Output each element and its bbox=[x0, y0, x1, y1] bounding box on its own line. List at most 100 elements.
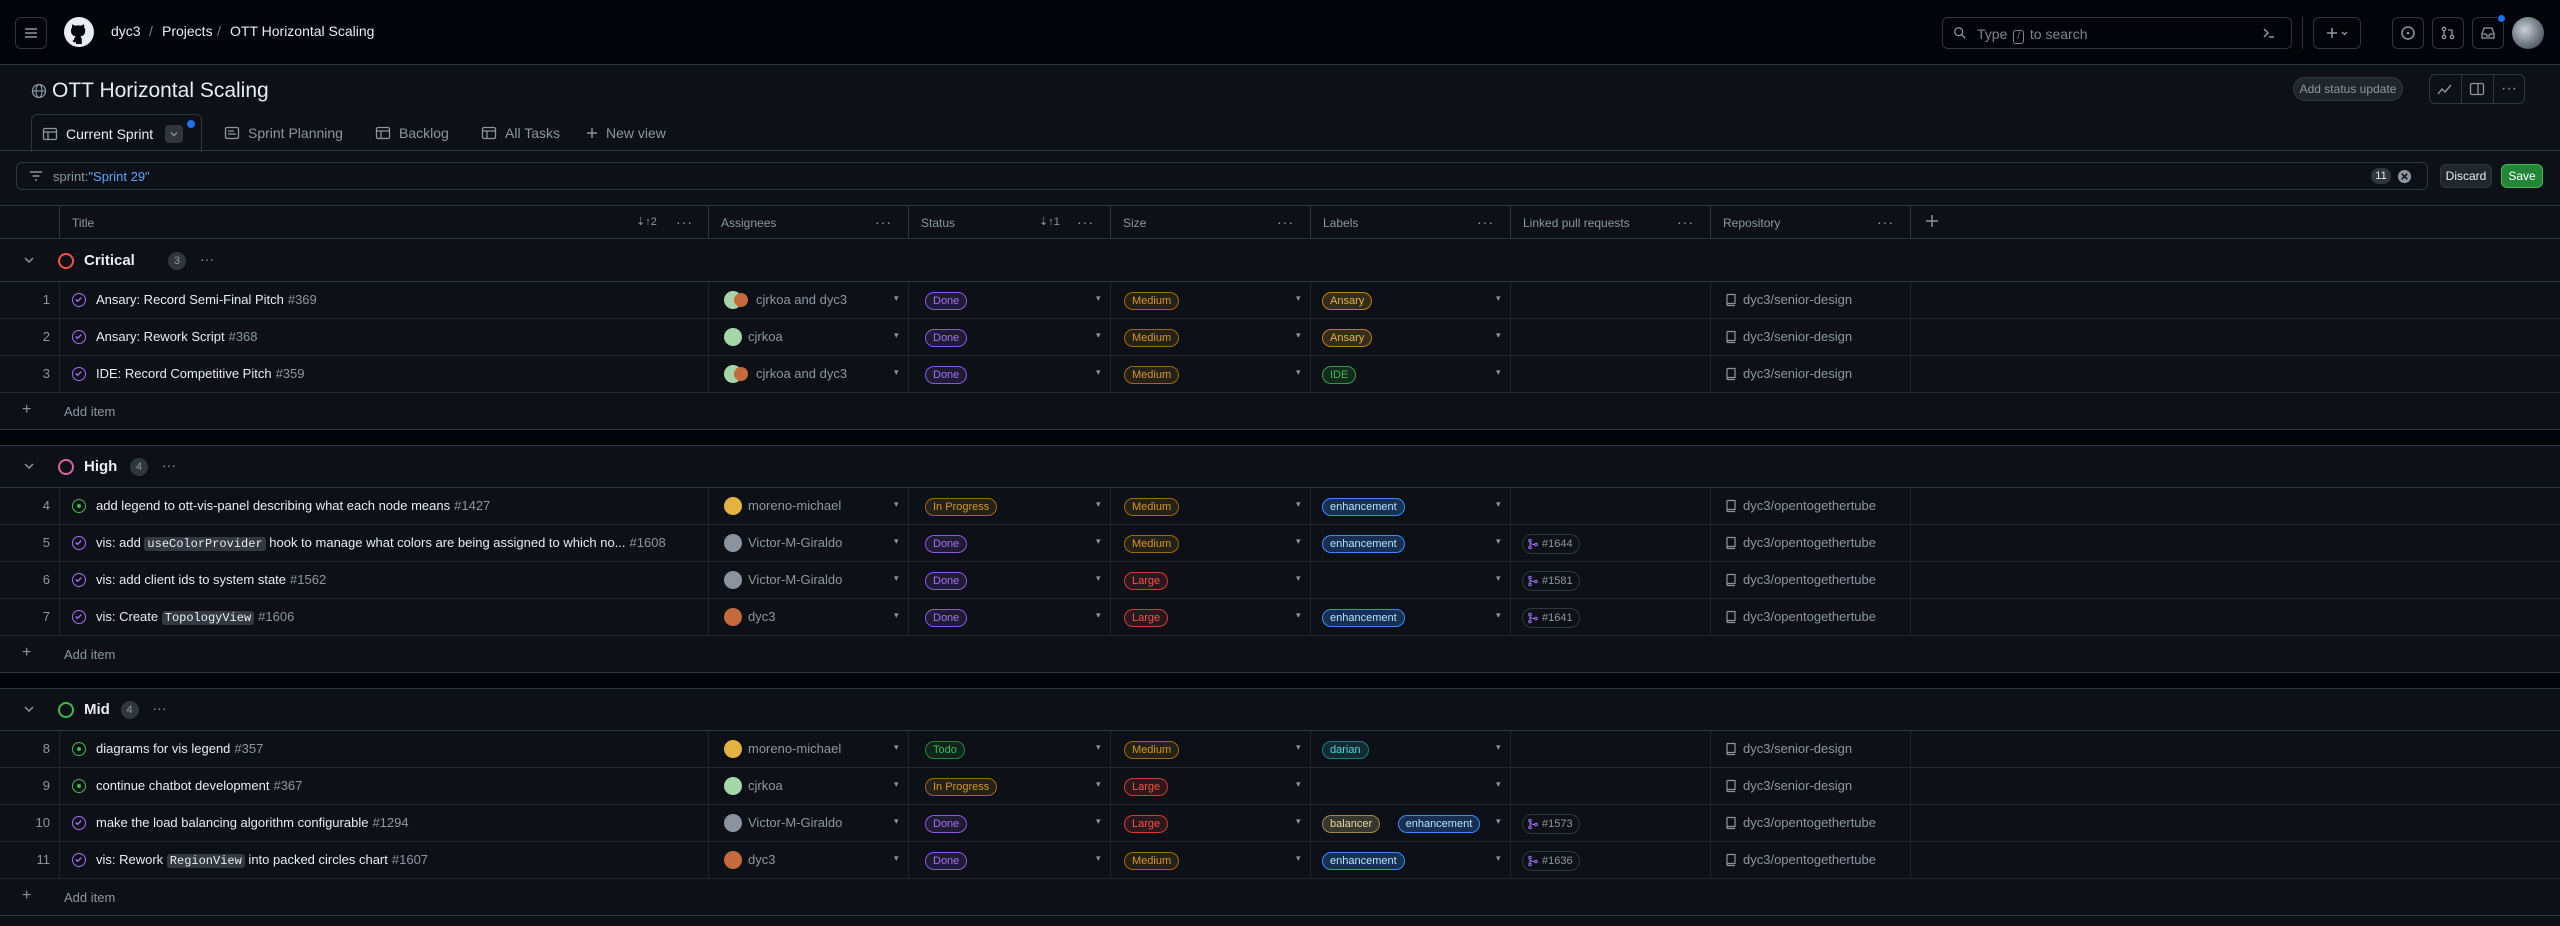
chevron-down-icon[interactable]: ▾ bbox=[1296, 330, 1301, 341]
linked-pull-request[interactable]: #1573 bbox=[1522, 814, 1580, 834]
add-item-button[interactable]: + Add item bbox=[0, 636, 2560, 673]
tab-all-tasks[interactable]: All Tasks bbox=[481, 114, 560, 152]
tab-sprint-planning[interactable]: Sprint Planning bbox=[224, 114, 343, 152]
chevron-down-icon[interactable]: ▾ bbox=[1096, 742, 1101, 753]
insights-icon[interactable] bbox=[2437, 81, 2453, 97]
filter-input[interactable]: sprint:"Sprint 29" 11 bbox=[16, 162, 2428, 190]
pull-requests-button[interactable] bbox=[2432, 17, 2464, 49]
table-row[interactable]: 9 continue chatbot development #367 cjrkoa ▾… bbox=[0, 768, 2560, 805]
column-header-assignees[interactable]: Assignees ··· bbox=[709, 206, 909, 239]
clear-filter-icon[interactable] bbox=[2397, 169, 2412, 184]
chevron-down-icon[interactable]: ▾ bbox=[1096, 816, 1101, 827]
chevron-down-icon[interactable]: ▾ bbox=[1096, 293, 1101, 304]
group-header-high[interactable]: High 4 ··· bbox=[0, 446, 2560, 488]
column-menu-icon[interactable]: ··· bbox=[1477, 214, 1494, 230]
user-avatar[interactable] bbox=[2512, 17, 2544, 49]
chevron-down-icon[interactable] bbox=[23, 460, 35, 472]
chevron-down-icon[interactable]: ▾ bbox=[1296, 853, 1301, 864]
issue-title-link[interactable]: add legend to ott-vis-panel describing w… bbox=[96, 498, 490, 513]
chevron-down-icon[interactable]: ▾ bbox=[1296, 779, 1301, 790]
table-row[interactable]: 3 IDE: Record Competitive Pitch #359 cjrkoa… bbox=[0, 356, 2560, 393]
column-menu-icon[interactable]: ··· bbox=[1877, 214, 1894, 230]
chevron-down-icon[interactable]: ▾ bbox=[1496, 293, 1501, 304]
repository-link[interactable]: dyc3/opentogethertube bbox=[1743, 852, 1876, 867]
repository-link[interactable]: dyc3/opentogethertube bbox=[1743, 815, 1876, 830]
repository-link[interactable]: dyc3/senior-design bbox=[1743, 741, 1852, 756]
chevron-down-icon[interactable]: ▾ bbox=[1296, 742, 1301, 753]
chevron-down-icon[interactable]: ▾ bbox=[1296, 367, 1301, 378]
issue-title-link[interactable]: vis: add client ids to system state #1562 bbox=[96, 572, 326, 587]
repository-link[interactable]: dyc3/senior-design bbox=[1743, 329, 1852, 344]
issue-title-link[interactable]: IDE: Record Competitive Pitch #359 bbox=[96, 366, 305, 381]
issue-title-link[interactable]: vis: add useColorProvider hook to manage… bbox=[96, 535, 666, 551]
repository-link[interactable]: dyc3/opentogethertube bbox=[1743, 572, 1876, 587]
linked-pull-request[interactable]: #1644 bbox=[1522, 534, 1580, 554]
issue-title-link[interactable]: make the load balancing algorithm config… bbox=[96, 815, 409, 830]
search-input[interactable]: Type / to search bbox=[1942, 17, 2292, 49]
issue-title-link[interactable]: vis: Rework RegionView into packed circl… bbox=[96, 852, 428, 868]
repository-link[interactable]: dyc3/senior-design bbox=[1743, 778, 1852, 793]
repository-link[interactable]: dyc3/opentogethertube bbox=[1743, 498, 1876, 513]
chevron-down-icon[interactable]: ▾ bbox=[1296, 610, 1301, 621]
group-header-mid[interactable]: Mid 4 ··· bbox=[0, 689, 2560, 731]
chevron-down-icon[interactable]: ▾ bbox=[1296, 536, 1301, 547]
add-item-button[interactable]: + Add item bbox=[0, 879, 2560, 916]
chevron-down-icon[interactable]: ▾ bbox=[894, 499, 899, 510]
issues-button[interactable] bbox=[2392, 17, 2424, 49]
chevron-down-icon[interactable]: ▾ bbox=[894, 573, 899, 584]
table-row[interactable]: 11 vis: Rework RegionView into packed cir… bbox=[0, 842, 2560, 879]
table-row[interactable]: 4 add legend to ott-vis-panel describing … bbox=[0, 488, 2560, 525]
chevron-down-icon[interactable]: ▾ bbox=[1496, 499, 1501, 510]
repository-link[interactable]: dyc3/opentogethertube bbox=[1743, 535, 1876, 550]
command-palette-icon[interactable] bbox=[2261, 25, 2277, 41]
repository-link[interactable]: dyc3/senior-design bbox=[1743, 292, 1852, 307]
more-options-icon[interactable]: ··· bbox=[2501, 80, 2517, 98]
table-row[interactable]: 7 vis: Create TopologyView #1606 dyc3 ▾ Done ▾… bbox=[0, 599, 2560, 636]
chevron-down-icon[interactable]: ▾ bbox=[894, 536, 899, 547]
chevron-down-icon[interactable]: ▾ bbox=[1096, 610, 1101, 621]
group-menu-icon[interactable]: ··· bbox=[200, 251, 214, 267]
issue-title-link[interactable]: vis: Create TopologyView #1606 bbox=[96, 609, 294, 625]
issue-title-link[interactable]: continue chatbot development #367 bbox=[96, 778, 302, 793]
issue-title-link[interactable]: diagrams for vis legend #357 bbox=[96, 741, 263, 756]
table-row[interactable]: 10 make the load balancing algorithm conf… bbox=[0, 805, 2560, 842]
chevron-down-icon[interactable]: ▾ bbox=[1296, 293, 1301, 304]
breadcrumb-owner[interactable]: dyc3 bbox=[111, 23, 141, 39]
column-menu-icon[interactable]: ··· bbox=[1677, 214, 1694, 230]
save-button[interactable]: Save bbox=[2501, 164, 2543, 188]
chevron-down-icon[interactable]: ▾ bbox=[1096, 853, 1101, 864]
table-row[interactable]: 6 vis: add client ids to system state #156… bbox=[0, 562, 2560, 599]
group-menu-icon[interactable]: ··· bbox=[153, 700, 167, 716]
chevron-down-icon[interactable]: ▾ bbox=[1096, 573, 1101, 584]
breadcrumb-project[interactable]: OTT Horizontal Scaling bbox=[230, 23, 374, 39]
chevron-down-icon[interactable]: ▾ bbox=[1096, 499, 1101, 510]
chevron-down-icon[interactable]: ▾ bbox=[1096, 330, 1101, 341]
chevron-down-icon[interactable] bbox=[23, 254, 35, 266]
chevron-down-icon[interactable]: ▾ bbox=[894, 367, 899, 378]
chevron-down-icon[interactable]: ▾ bbox=[894, 293, 899, 304]
discard-button[interactable]: Discard bbox=[2440, 164, 2492, 188]
sidebar-toggle-icon[interactable] bbox=[2469, 81, 2485, 97]
table-row[interactable]: 2 Ansary: Rework Script #368 cjrkoa ▾ Done ▾ Me… bbox=[0, 319, 2560, 356]
group-header-critical[interactable]: Critical 3 ··· bbox=[0, 240, 2560, 282]
table-row[interactable]: 5 vis: add useColorProvider hook to manag… bbox=[0, 525, 2560, 562]
table-row[interactable]: 8 diagrams for vis legend #357 moreno-micha… bbox=[0, 731, 2560, 768]
chevron-down-icon[interactable]: ▾ bbox=[1496, 573, 1501, 584]
breadcrumb-projects[interactable]: Projects bbox=[162, 23, 213, 39]
new-view-button[interactable]: New view bbox=[586, 114, 666, 152]
add-item-button[interactable]: + Add item bbox=[0, 393, 2560, 430]
column-menu-icon[interactable]: ··· bbox=[875, 214, 892, 230]
chevron-down-icon[interactable]: ▾ bbox=[1496, 367, 1501, 378]
column-menu-icon[interactable]: ··· bbox=[676, 214, 693, 230]
chevron-down-icon[interactable]: ▾ bbox=[1096, 367, 1101, 378]
column-menu-icon[interactable]: ··· bbox=[1277, 214, 1294, 230]
tab-options-icon[interactable] bbox=[165, 124, 184, 143]
add-field-icon[interactable] bbox=[1925, 214, 1939, 228]
tab-current-sprint[interactable]: Current Sprint bbox=[31, 114, 202, 152]
chevron-down-icon[interactable]: ▾ bbox=[894, 853, 899, 864]
column-menu-icon[interactable]: ··· bbox=[1077, 214, 1094, 230]
column-header-labels[interactable]: Labels ··· bbox=[1311, 206, 1511, 239]
column-header-linked-prs[interactable]: Linked pull requests ··· bbox=[1511, 206, 1711, 239]
chevron-down-icon[interactable]: ▾ bbox=[1496, 853, 1501, 864]
repository-link[interactable]: dyc3/senior-design bbox=[1743, 366, 1852, 381]
